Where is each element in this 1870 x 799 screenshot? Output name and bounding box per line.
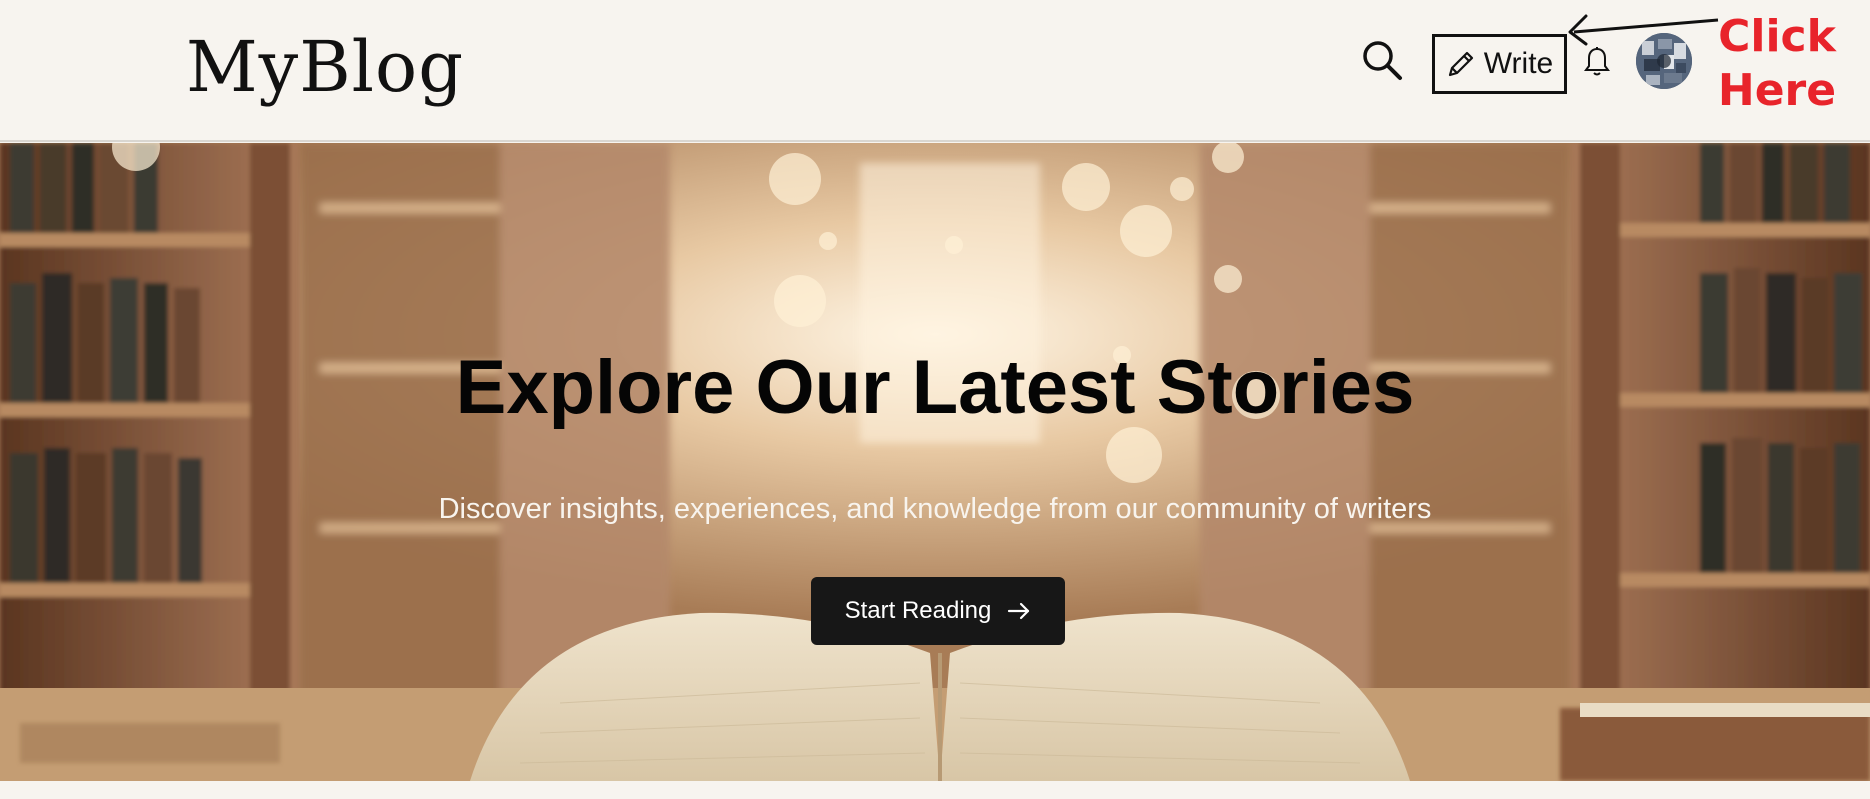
search-icon — [1363, 41, 1402, 80]
write-button-label: Write — [1483, 47, 1554, 80]
site-logo[interactable]: MyBlog — [186, 22, 464, 112]
pencil-icon — [1448, 51, 1473, 77]
hero-section: Explore Our Latest Stories Discover insi… — [0, 143, 1870, 781]
start-reading-label: Start Reading — [844, 597, 992, 624]
arrow-right-icon — [1008, 602, 1030, 620]
hero-title: Explore Our Latest Stories — [455, 345, 1415, 430]
write-button[interactable]: Write — [1432, 34, 1567, 94]
search-button[interactable] — [1358, 36, 1406, 84]
annotation-arrow-icon — [1568, 14, 1719, 46]
annotation-label: Click Here — [1717, 11, 1837, 116]
start-reading-button[interactable]: Start Reading — [811, 577, 1065, 645]
page-bottom-strip — [0, 781, 1870, 799]
hero-background-image — [0, 143, 1870, 781]
hero-subtitle: Discover insights, experiences, and know… — [438, 493, 1432, 525]
